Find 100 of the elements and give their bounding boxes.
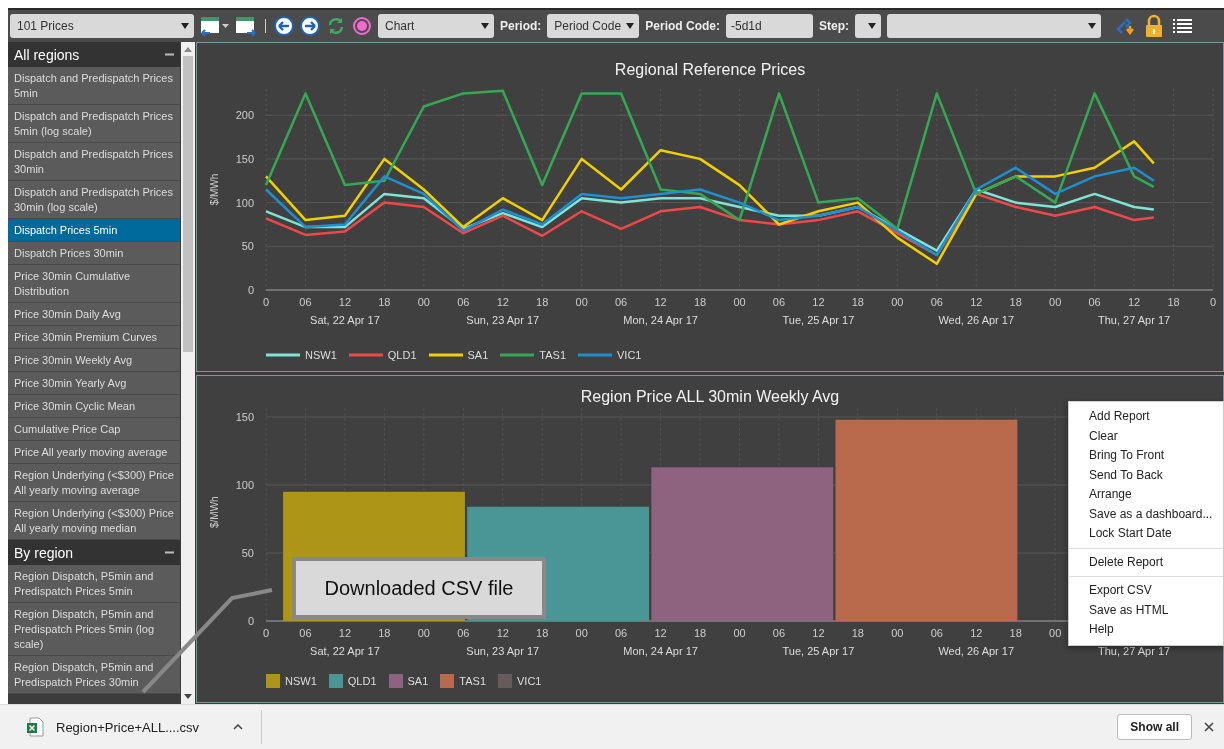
- axis-tick-label: 12: [970, 296, 983, 308]
- axis-tick-label: 18: [536, 627, 549, 639]
- report-list-item[interactable]: Region Dispatch, P5min and Predispatch Prices 5min: [8, 565, 180, 603]
- report-list-item[interactable]: Price 30min Premium Curves: [8, 326, 180, 349]
- axis-tick-label: 12: [496, 296, 509, 308]
- report-list-item[interactable]: Price 30min Weekly Avg: [8, 349, 180, 372]
- legend-line-swatch: [266, 353, 300, 357]
- record-icon[interactable]: [352, 16, 372, 36]
- menu-item[interactable]: Clear: [1069, 426, 1223, 446]
- report-list-item[interactable]: Price 30min Daily Avg: [8, 303, 180, 326]
- period-dropdown[interactable]: Period Code: [547, 14, 640, 38]
- close-icon[interactable]: [1204, 722, 1214, 732]
- legend-label: NSW1: [285, 675, 317, 687]
- legend-label: QLD1: [347, 675, 377, 687]
- axis-tick-label: 12: [654, 296, 667, 308]
- dropdown-caret-icon: [181, 23, 189, 29]
- report-list-item[interactable]: Dispatch and Predispatch Prices 5min (log scale): [8, 105, 180, 143]
- report-list-item[interactable]: Dispatch and Predispatch Prices 30min: [8, 143, 180, 181]
- section-header[interactable]: All regions: [8, 42, 180, 67]
- menu-item[interactable]: Delete Report: [1069, 552, 1223, 572]
- period-code-field[interactable]: -5d1d: [726, 14, 813, 38]
- axis-tick-label: 0: [262, 296, 270, 308]
- window-arrow-left-icon[interactable]: [200, 15, 222, 37]
- axis-tick-label: 06: [299, 627, 312, 639]
- axis-tick-label: 18: [1009, 627, 1022, 639]
- axis-tick-label: 0: [262, 627, 270, 639]
- dropdown-caret-icon: [1088, 23, 1096, 29]
- axis-tick-label: 06: [457, 296, 470, 308]
- menu-item[interactable]: Save as a dashboard...: [1069, 504, 1223, 524]
- date-label: Wed, 26 Apr 17: [938, 314, 1015, 326]
- report-list-item[interactable]: Dispatch Prices 5min: [8, 219, 180, 242]
- axis-tick-label: 00: [733, 627, 746, 639]
- scrollbar[interactable]: [181, 42, 195, 704]
- report-list-item[interactable]: Region Underlying (<$300) Price All yearly moving average: [8, 464, 180, 502]
- chart-title: Region Price ALL 30min Weekly Avg: [580, 388, 840, 406]
- axis-tick-label: 12: [496, 627, 509, 639]
- report-list-item[interactable]: Region Dispatch, P5min and Predispatch Prices 5min (log scale): [8, 603, 180, 656]
- period-label: Period:: [500, 19, 542, 33]
- report-list-item[interactable]: Dispatch and Predispatch Prices 5min: [8, 67, 180, 105]
- legend-swatch: [440, 674, 455, 688]
- menu-item[interactable]: Arrange: [1069, 485, 1223, 505]
- dropdown-caret-icon: [626, 23, 635, 29]
- axis-tick-label: 06: [772, 296, 786, 308]
- axis-tick-label: 0: [247, 615, 254, 627]
- menu-item[interactable]: Export CSV: [1069, 581, 1223, 601]
- menu-item[interactable]: Add Report: [1069, 407, 1223, 427]
- period-code-label: Period Code:: [645, 19, 720, 33]
- report-list-item[interactable]: Cumulative Price Cap: [8, 418, 180, 441]
- legend-label: SA1: [407, 675, 429, 687]
- axis-tick-label: 00: [891, 627, 904, 639]
- axis-tick-label: 18: [1009, 296, 1022, 308]
- legend-label: QLD1: [387, 349, 417, 361]
- list-icon[interactable]: [1173, 17, 1193, 35]
- menu-item[interactable]: Send To Back: [1069, 465, 1223, 485]
- legend-line-swatch: [578, 353, 613, 357]
- report-list-item[interactable]: Dispatch Prices 30min: [8, 242, 180, 265]
- step-dropdown[interactable]: [855, 14, 881, 38]
- window-arrow-right-icon[interactable]: [235, 15, 257, 37]
- forward-icon[interactable]: [300, 16, 320, 36]
- refresh-icon[interactable]: [326, 16, 346, 36]
- menu-item[interactable]: Help: [1069, 620, 1223, 640]
- axis-tick-label: 18: [693, 627, 707, 639]
- axis-tick-label: 06: [615, 296, 628, 308]
- axis-tick-label: 06: [299, 296, 312, 308]
- show-all-button[interactable]: Show all: [1117, 714, 1192, 740]
- axis-tick-label: 06: [1088, 296, 1101, 308]
- legend-line-swatch: [348, 353, 383, 357]
- date-label: Sun, 23 Apr 17: [466, 314, 540, 326]
- date-label: Tue, 25 Apr 17: [782, 645, 855, 657]
- report-list-item[interactable]: Dispatch and Predispatch Prices 30min (log scale): [8, 181, 180, 219]
- legend-swatch: [388, 674, 403, 688]
- menu-item[interactable]: Bring To Front: [1069, 446, 1223, 466]
- report-list-item[interactable]: Region Underlying (<$300) Price All yearly moving median: [8, 502, 180, 540]
- axis-tick-label: 12: [812, 627, 825, 639]
- report-list-item[interactable]: Price 30min Yearly Avg: [8, 372, 180, 395]
- axis-tick-label: 12: [338, 627, 352, 639]
- report-list-item[interactable]: Region Dispatch, P5min and Predispatch Prices 30min: [8, 656, 180, 694]
- legend-label: TAS1: [459, 675, 487, 687]
- menu-item[interactable]: Lock Start Date: [1069, 524, 1223, 544]
- report-dropdown[interactable]: 101 Prices: [10, 14, 194, 38]
- legend-label: SA1: [467, 349, 489, 361]
- axis-tick-label: 18: [536, 296, 549, 308]
- date-label: Thu, 27 Apr 17: [1098, 314, 1171, 326]
- axis-tick-label: 18: [693, 296, 707, 308]
- report-list-item[interactable]: Price All yearly moving average: [8, 441, 180, 464]
- scroll-down-icon[interactable]: [184, 694, 192, 699]
- section-header[interactable]: By region: [8, 540, 180, 565]
- report-list-item[interactable]: Price 30min Cyclic Mean: [8, 395, 180, 418]
- lock-icon[interactable]: [1145, 14, 1163, 38]
- date-label: Mon, 24 Apr 17: [623, 314, 698, 326]
- back-icon[interactable]: [274, 16, 294, 36]
- report-list-item[interactable]: Price 30min Cumulative Distribution: [8, 265, 180, 303]
- menu-item[interactable]: Save as HTML: [1069, 600, 1223, 620]
- view-dropdown[interactable]: Chart: [378, 14, 494, 38]
- axis-tick-label: 00: [575, 296, 588, 308]
- scroll-up-icon[interactable]: [184, 47, 192, 52]
- caret-up-icon[interactable]: [233, 724, 244, 730]
- caret-icon[interactable]: [222, 24, 229, 28]
- dropdown-caret-icon: [481, 23, 489, 29]
- axis-tick-label: 06: [772, 627, 786, 639]
